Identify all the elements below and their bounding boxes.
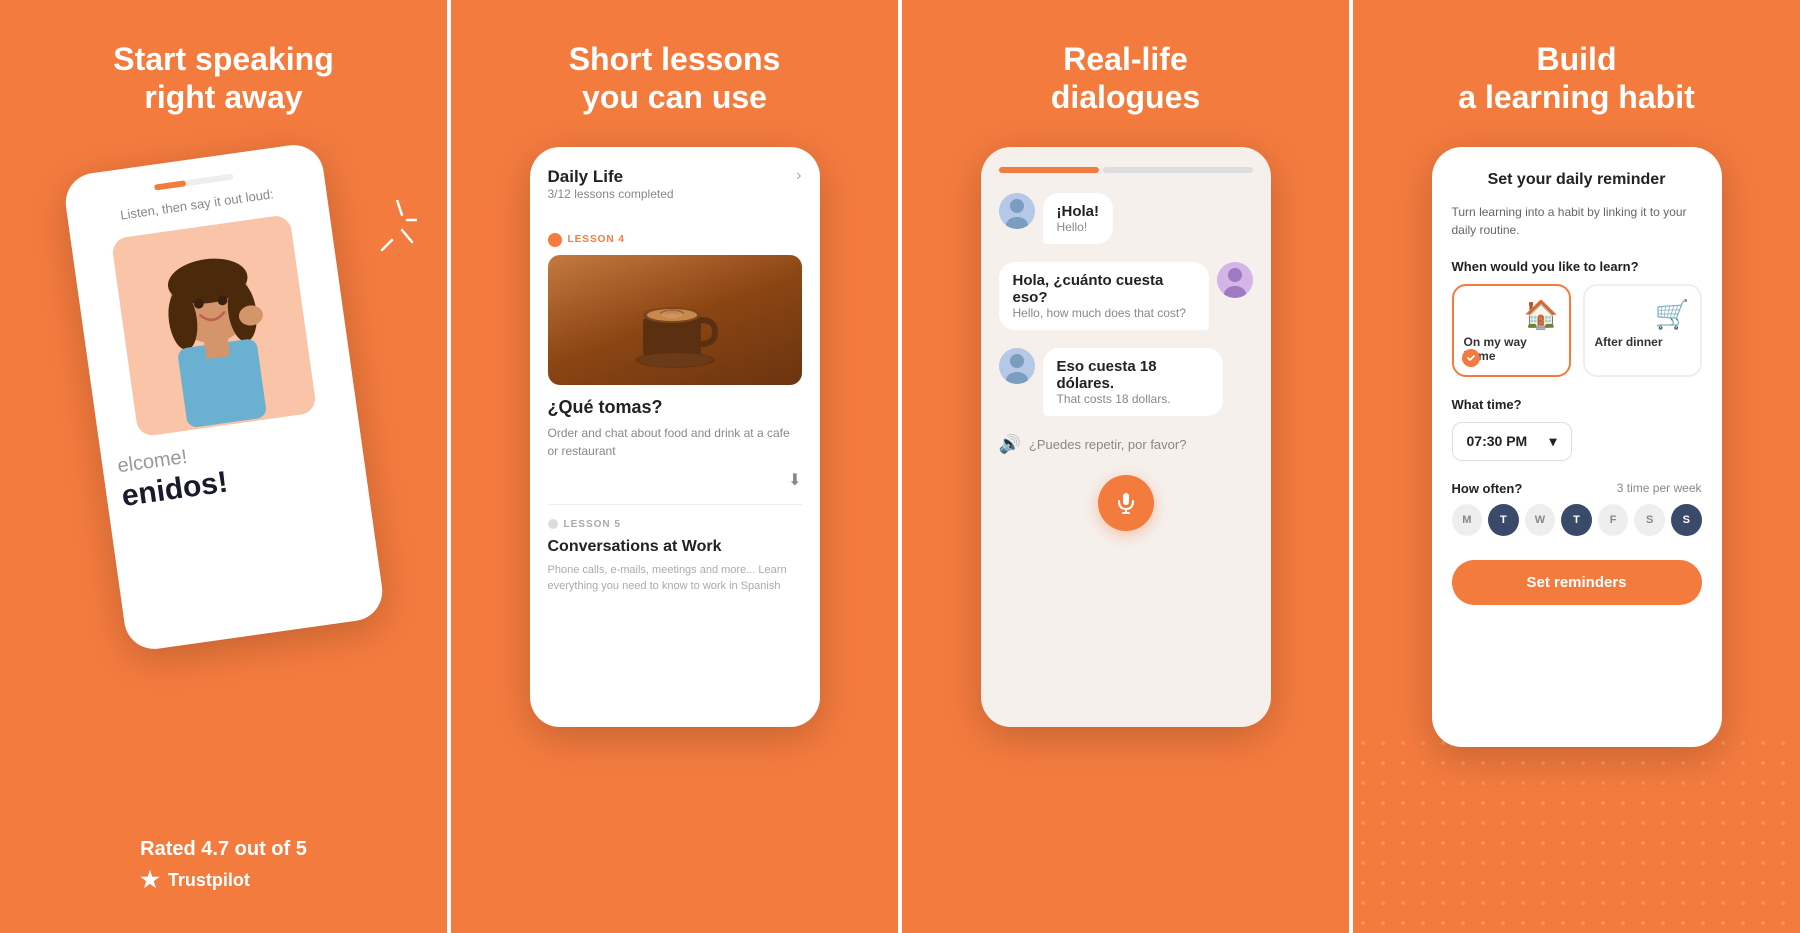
lesson-header: Daily Life 3/12 lessons completed › [548, 167, 802, 219]
lesson4-image [548, 255, 802, 385]
repeat-row: 🔊 ¿Puedes repetir, por favor? [999, 434, 1253, 455]
lesson4-label: LESSON 4 [548, 233, 802, 247]
category-name: Daily Life [548, 167, 674, 187]
chat-row-1: ¡Hola! Hello! [999, 193, 1253, 250]
lesson5-desc: Phone calls, e-mails, meetings and more.… [548, 562, 802, 595]
panel3-title: Real-life dialogues [1051, 40, 1200, 117]
trustpilot-star-icon: ★ [140, 867, 160, 893]
avatar-speaker2 [1217, 262, 1253, 298]
chevron-right-icon[interactable]: › [796, 167, 801, 185]
chat-bubble-1: ¡Hola! Hello! [1043, 193, 1114, 250]
lesson5-dot [548, 519, 558, 529]
day-friday[interactable]: F [1598, 504, 1629, 536]
option-after-dinner[interactable]: 🛒 After dinner [1583, 284, 1702, 377]
repeat-text: ¿Puedes repetir, por favor? [1029, 437, 1187, 452]
frequency-count: 3 time per week [1617, 481, 1702, 495]
how-often-label: How often? [1452, 481, 1523, 496]
option-on-way-home[interactable]: 🏠 On my way home [1452, 284, 1571, 377]
day-monday[interactable]: M [1452, 504, 1483, 536]
avatar-speaker1b [999, 348, 1035, 384]
reminder-description: Turn learning into a habit by linking it… [1452, 203, 1702, 239]
reminder-title: Set your daily reminder [1452, 171, 1702, 189]
phone-mockup-1: Listen, then say it out loud: [61, 141, 385, 653]
mic-button[interactable] [1098, 475, 1154, 531]
volume-icon[interactable]: 🔊 [999, 434, 1021, 455]
lesson4-desc: Order and chat about food and drink at a… [548, 424, 802, 460]
phone-mockup-2: Daily Life 3/12 lessons completed › LESS… [530, 147, 820, 727]
rating-section: Rated 4.7 out of 5 ★ Trustpilot [140, 838, 307, 893]
progress-info: 3/12 lessons completed [548, 187, 674, 201]
days-selector: M T W T F S S [1452, 504, 1702, 536]
download-icon[interactable]: ⬇ [548, 470, 802, 490]
dinner-icon: 🛒 [1595, 298, 1690, 331]
when-label: When would you like to learn? [1452, 259, 1702, 274]
dialogue-progress [999, 167, 1253, 173]
chevron-down-icon: ▾ [1549, 433, 1556, 450]
phone-mockup-3: ¡Hola! Hello! Hola, ¿cuánto cuesta eso? … [981, 147, 1271, 727]
time-picker[interactable]: 07:30 PM ▾ [1452, 422, 1572, 461]
day-saturday[interactable]: S [1634, 504, 1665, 536]
set-reminders-button[interactable]: Set reminders [1452, 560, 1702, 605]
trustpilot-label: Trustpilot [168, 870, 250, 891]
avatar-speaker1 [999, 193, 1035, 229]
chat-row-2: Hola, ¿cuánto cuesta eso? Hello, how muc… [999, 262, 1253, 336]
phone-subtitle: Listen, then say it out loud: [119, 186, 274, 222]
chat-bubble-2: Hola, ¿cuánto cuesta eso? Hello, how muc… [999, 262, 1209, 336]
panel-dialogues: Real-life dialogues ¡Hola! [898, 0, 1349, 933]
panel2-title: Short lessons you can use [569, 40, 781, 117]
phone-mockup-4: Set your daily reminder Turn learning in… [1432, 147, 1722, 747]
day-sunday[interactable]: S [1671, 504, 1702, 536]
panel-lessons: Short lessons you can use Daily Life 3/1… [447, 0, 898, 933]
time-options: 🏠 On my way home 🛒 After dinner [1452, 284, 1702, 377]
sparkle-decoration [377, 200, 417, 287]
day-tuesday[interactable]: T [1488, 504, 1519, 536]
panel-speaking: Start speaking right away Listen, then s… [0, 0, 447, 933]
lesson-progress [153, 173, 233, 190]
chat-bubble-3: Eso cuesta 18 dólares. That costs 18 dol… [1043, 348, 1223, 422]
check-icon [1462, 349, 1480, 367]
day-thursday[interactable]: T [1561, 504, 1592, 536]
panel4-title: Build a learning habit [1458, 40, 1694, 117]
time-value: 07:30 PM [1467, 433, 1528, 449]
home-icon: 🏠 [1464, 298, 1559, 331]
frequency-row: How often? 3 time per week [1452, 481, 1702, 496]
person-image [110, 214, 316, 437]
panel1-title: Start speaking right away [113, 40, 334, 117]
lesson5-title: Conversations at Work [548, 538, 802, 556]
time-label: What time? [1452, 397, 1702, 412]
option2-label: After dinner [1595, 335, 1663, 349]
day-wednesday[interactable]: W [1525, 504, 1556, 536]
lesson4-dot [548, 233, 562, 247]
bg-pattern [1353, 733, 1800, 933]
panel-habit: Build a learning habit Set your daily re… [1349, 0, 1800, 933]
lesson5-label: LESSON 5 [548, 519, 802, 530]
lesson4-title: ¿Qué tomas? [548, 397, 802, 418]
chat-row-3: Eso cuesta 18 dólares. That costs 18 dol… [999, 348, 1253, 422]
